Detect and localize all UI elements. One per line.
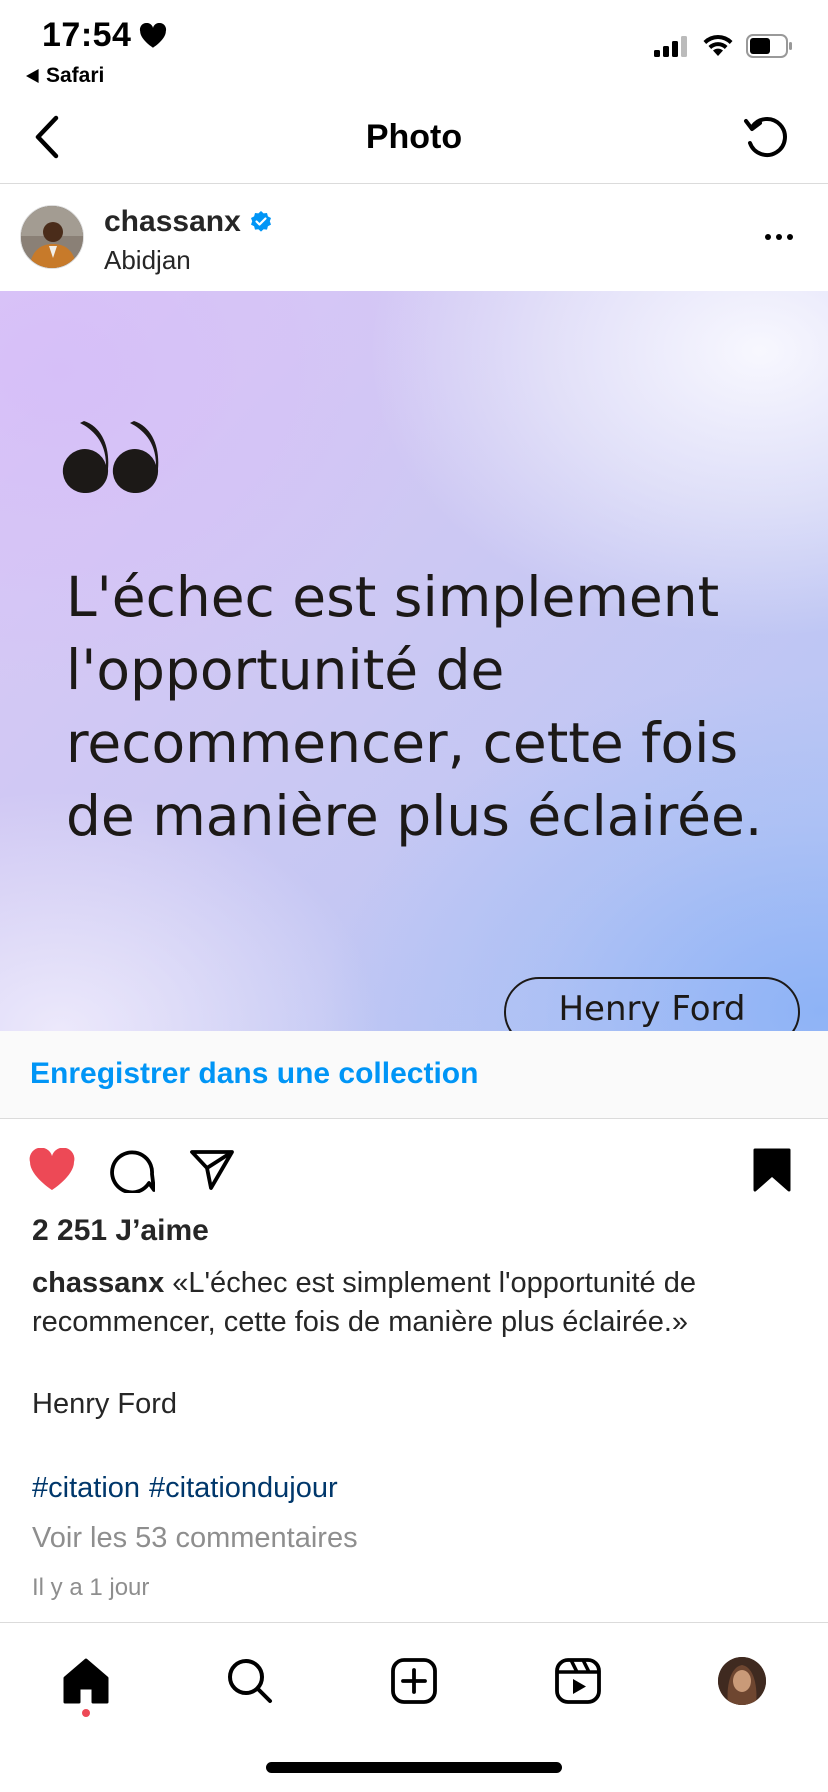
post-location[interactable]: Abidjan [104,245,191,276]
share-button[interactable] [184,1142,240,1198]
post-timestamp: Il y a 1 jour [32,1574,150,1601]
like-button[interactable] [24,1142,80,1198]
more-dot-icon [776,234,782,240]
more-dot-icon [787,234,793,240]
caption-author: Henry Ford [32,1388,178,1420]
likes-count[interactable]: 2 251 J’aime [32,1214,209,1248]
reels-icon [555,1658,601,1704]
save-to-collection-link[interactable]: Enregistrer dans une collection [30,1057,478,1091]
battery-icon [746,34,792,58]
heart-icon [29,1148,75,1190]
quote-text: L'échec est simplement l'opportunité de … [66,565,763,848]
notification-dot [82,1709,90,1717]
tab-new-post[interactable] [382,1649,446,1713]
quote-author-pill: Henry Ford [504,977,800,1031]
status-bar: 17:54 Safari [0,0,828,92]
more-dot-icon [765,234,771,240]
nav-bar: Photo [0,92,828,184]
tab-profile[interactable] [710,1649,774,1713]
avatar-image [21,206,83,268]
view-comments-link[interactable]: Voir les 53 commentaires [32,1522,358,1555]
hashtag-link[interactable]: #citationdujour [149,1472,338,1505]
tab-reels[interactable] [546,1649,610,1713]
hashtags: #citation #citationdujour [32,1472,338,1505]
back-app-label: Safari [46,64,105,87]
comment-icon [110,1150,155,1193]
home-indicator [266,1762,562,1773]
share-icon [190,1150,234,1190]
caption: chassanx «L'échec est simplement l'oppor… [32,1264,802,1342]
username[interactable]: chassanx [104,205,241,239]
search-icon [228,1659,272,1703]
avatar[interactable] [20,205,84,269]
back-triangle-icon [26,69,39,83]
status-icons [654,34,794,58]
username-row[interactable]: chassanx [104,205,273,239]
profile-avatar [718,1657,766,1705]
post-actions [0,1120,828,1220]
signal-icon [654,36,687,57]
comment-button[interactable] [104,1142,160,1198]
save-button[interactable] [744,1142,800,1198]
heart-icon [140,22,167,48]
page-title: Photo [365,118,463,156]
tab-home[interactable] [54,1649,118,1713]
post-image[interactable]: L'échec est simplement l'opportunité de … [0,291,828,1031]
post-header: chassanx Abidjan [0,185,828,291]
more-options-button[interactable] [754,217,804,257]
bookmark-icon [753,1148,791,1192]
add-post-icon [391,1658,437,1704]
profile-avatar-image [718,1657,766,1705]
home-icon [63,1658,109,1704]
status-time-text: 17:54 [42,16,132,54]
tab-bar [0,1622,828,1742]
refresh-button[interactable] [738,112,794,164]
refresh-icon [744,117,787,157]
verified-badge-icon [250,211,271,232]
status-time: 17:54 [42,16,167,55]
quote-mark-icon [62,421,159,493]
wifi-icon [703,34,733,56]
hashtag-link[interactable]: #citation [32,1472,140,1505]
collection-bar: Enregistrer dans une collection [0,1031,828,1119]
caption-username[interactable]: chassanx [32,1267,164,1299]
tab-search[interactable] [218,1649,282,1713]
back-to-app-button[interactable]: Safari [26,64,104,88]
